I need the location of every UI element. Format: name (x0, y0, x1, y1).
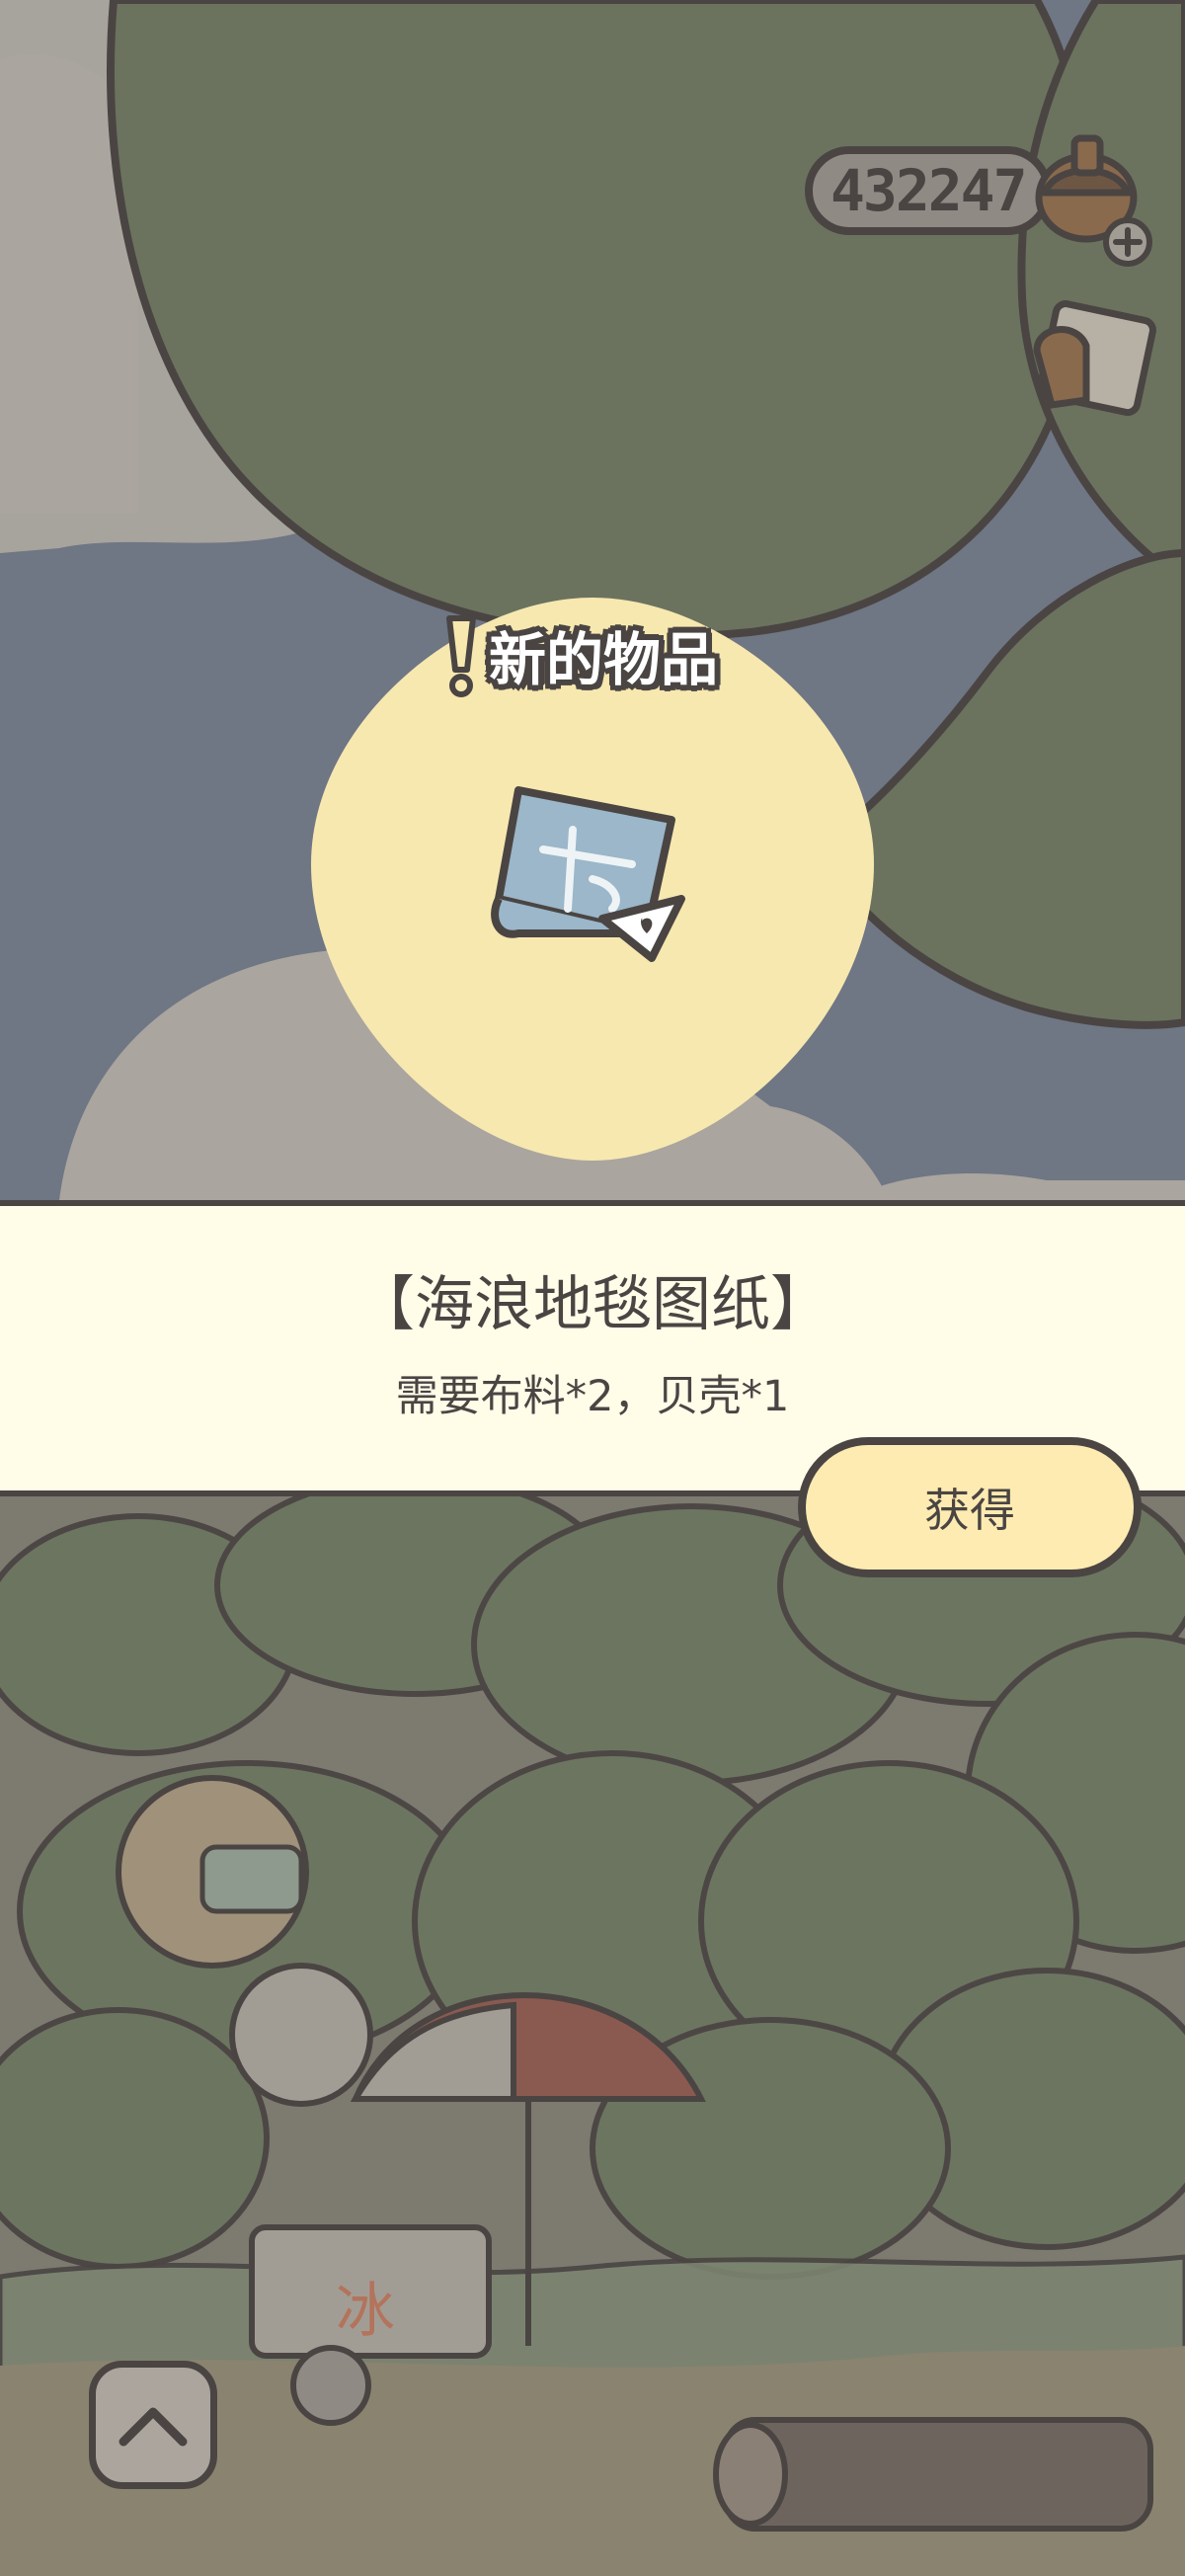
obtain-button[interactable]: 获得 (798, 1437, 1142, 1577)
new-item-label: 新的物品 (489, 626, 719, 693)
new-item-header: 新的物品 (439, 610, 718, 699)
obtain-button-label: 获得 (924, 1484, 1015, 1537)
letter-icon[interactable] (1017, 291, 1165, 440)
exclamation-icon (446, 615, 476, 697)
svg-text:冰: 冰 (336, 2277, 395, 2346)
coin-counter: 432247 (805, 146, 1052, 235)
item-requirement: 需要布料*2，贝壳*1 (395, 1372, 790, 1421)
coin-count-value: 432247 (830, 157, 1028, 224)
acorn-add-icon[interactable] (1017, 123, 1165, 272)
scroll-up-button[interactable] (89, 2361, 217, 2489)
item-title: 【海浪地毯图纸】 (356, 1270, 830, 1339)
game-screen: 冰 432247 新的物品 【海浪地毯图纸】 需要布料*2，贝壳*1 获得 (0, 0, 1185, 2576)
blueprint-scroll-icon (491, 786, 685, 962)
chevron-up-icon (118, 2407, 188, 2447)
